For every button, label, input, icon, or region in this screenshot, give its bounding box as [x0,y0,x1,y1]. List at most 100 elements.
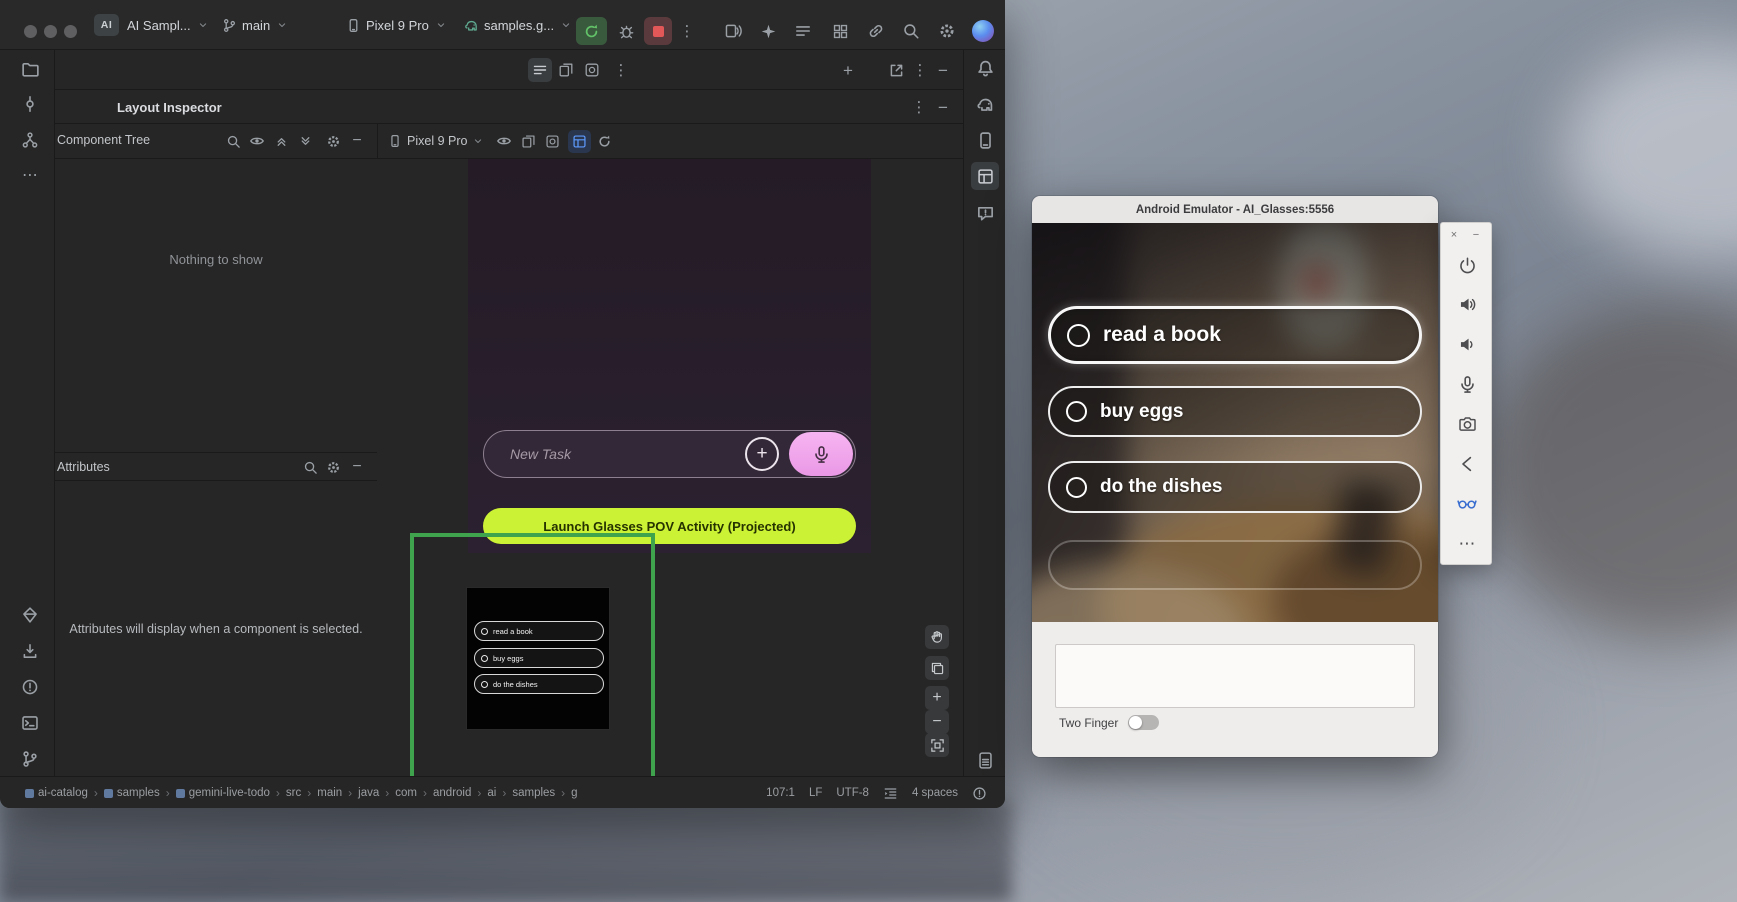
collapse-all-icon[interactable] [295,131,315,151]
zoom-to-fit-icon[interactable] [925,733,949,757]
version-control-tool-button[interactable] [16,745,44,773]
add-task-button[interactable]: + [745,437,779,471]
expand-all-icon[interactable] [271,131,291,151]
camera-button[interactable] [1452,409,1482,439]
window-minimize-button[interactable] [44,25,57,38]
project-tool-button[interactable] [16,55,44,83]
breadcrumb-item[interactable]: ai-catalog [25,787,88,799]
device-selector[interactable]: Pixel 9 Pro [346,13,447,37]
inspector-hide-button[interactable]: − [933,95,953,119]
inspector-more-menu[interactable]: ⋮ [909,95,929,119]
todo-pill[interactable]: buy eggs [1048,386,1422,437]
toolbar-minimize-icon[interactable]: − [1469,228,1483,242]
cursor-position[interactable]: 107:1 [766,787,795,799]
project-selector[interactable]: AI AI Sampl... [94,13,209,37]
todo-pill[interactable]: do the dishes [1048,461,1422,513]
window-zoom-button[interactable] [64,25,77,38]
profile-avatar[interactable] [972,20,994,42]
new-task-field[interactable]: New Task + [483,430,856,478]
gem-tool-button[interactable] [16,601,44,629]
devices-more-menu[interactable]: ⋮ [910,58,930,82]
commit-tool-button[interactable] [16,90,44,118]
breadcrumb-item[interactable]: ai [487,787,496,799]
breadcrumb-item[interactable]: main [317,787,342,799]
attributes-search-icon[interactable] [300,457,320,477]
dependencies-tool-button[interactable] [16,637,44,665]
breadcrumb-item[interactable]: com [395,787,417,799]
more-options-button[interactable]: ⋯ [1452,528,1482,558]
volume-up-button[interactable] [1452,289,1482,319]
app-insights-tool-button[interactable] [971,199,999,227]
tree-search-icon[interactable] [223,131,243,151]
emulator-input-area[interactable] [1055,644,1415,708]
breadcrumb-item[interactable]: gemini-live-todo [176,787,270,799]
app-inspection-icon[interactable] [829,20,851,42]
logcat-icon[interactable] [792,20,814,42]
debug-button[interactable] [612,17,640,45]
settings-gear-icon[interactable] [936,20,958,42]
two-finger-toggle[interactable] [1128,715,1159,730]
open-in-new-window-icon[interactable] [885,59,907,81]
device-explorer-tool-button[interactable] [971,746,999,774]
tree-settings-gear-icon[interactable] [323,131,343,151]
branch-selector[interactable]: main [222,13,288,37]
structure-tool-button[interactable] [16,126,44,154]
breadcrumb-item[interactable]: android [433,787,471,799]
breadcrumb-item[interactable]: g [571,787,577,799]
breadcrumb-item[interactable]: java [358,787,379,799]
layers-icon[interactable] [925,656,949,680]
volume-down-button[interactable] [1452,329,1482,359]
toolbar-close-icon[interactable]: × [1447,228,1461,242]
problems-tool-button[interactable] [16,673,44,701]
run-more-menu[interactable]: ⋮ [676,17,698,45]
refresh-icon[interactable] [594,131,614,151]
indent-guide-icon[interactable] [883,786,898,801]
attributes-gear-icon[interactable] [323,457,343,477]
pan-hand-icon[interactable] [925,625,949,649]
gradle-tool-button[interactable] [971,90,999,118]
more-tool-windows-button[interactable]: ⋯ [16,162,44,190]
terminal-tool-button[interactable] [16,709,44,737]
microphone-button[interactable] [1452,369,1482,399]
inspector-device-selector[interactable]: Pixel 9 Pro [388,130,484,152]
hide-panel-button[interactable]: − [933,58,953,82]
search-everywhere-icon[interactable] [900,20,922,42]
split-view-icon[interactable] [554,58,578,82]
window-close-button[interactable] [24,25,37,38]
power-button[interactable] [1452,250,1482,280]
voice-input-button[interactable] [789,432,853,476]
notifications-bell-icon[interactable] [971,54,999,82]
gemini-sparkle-icon[interactable] [757,20,779,42]
tree-visibility-icon[interactable] [247,131,267,151]
breadcrumb-item[interactable]: samples [512,787,555,799]
live-updates-icon[interactable] [568,130,591,153]
back-button[interactable] [1452,449,1482,479]
layout-inspector-tool-button[interactable] [971,162,999,190]
editor-more-menu[interactable]: ⋮ [611,58,631,82]
device-view-icon[interactable] [580,58,604,82]
glasses-mode-button[interactable] [1452,488,1482,518]
toggle-overlay-eye-icon[interactable] [494,131,514,151]
breadcrumb-item[interactable]: samples [104,787,160,799]
breadcrumb-item[interactable]: src [286,787,301,799]
attributes-hide-button[interactable]: − [347,455,367,479]
add-device-button[interactable]: + [838,58,858,82]
run-configuration-selector[interactable]: samples.g... [464,13,572,37]
emulator-titlebar[interactable]: Android Emulator - AI_Glasses:5556 [1032,196,1438,223]
zoom-in-button[interactable]: + [925,686,949,710]
rerun-button[interactable] [576,17,607,45]
zoom-out-button[interactable]: − [925,710,949,734]
file-encoding[interactable]: UTF-8 [836,787,869,799]
stop-button[interactable] [644,17,672,45]
line-ending[interactable]: LF [809,787,822,799]
tree-hide-button[interactable]: − [347,129,367,153]
screenshot-icon[interactable] [542,131,562,151]
device-manager-tool-button[interactable] [971,126,999,154]
indent-size[interactable]: 4 spaces [912,787,958,799]
device-mirroring-icon[interactable] [722,20,744,42]
problems-indicator-icon[interactable] [972,786,987,801]
snapshot-compare-icon[interactable] [518,131,538,151]
list-view-icon[interactable] [528,58,552,82]
todo-pill-selected[interactable]: read a book [1048,306,1422,364]
attach-debugger-icon[interactable] [865,20,887,42]
